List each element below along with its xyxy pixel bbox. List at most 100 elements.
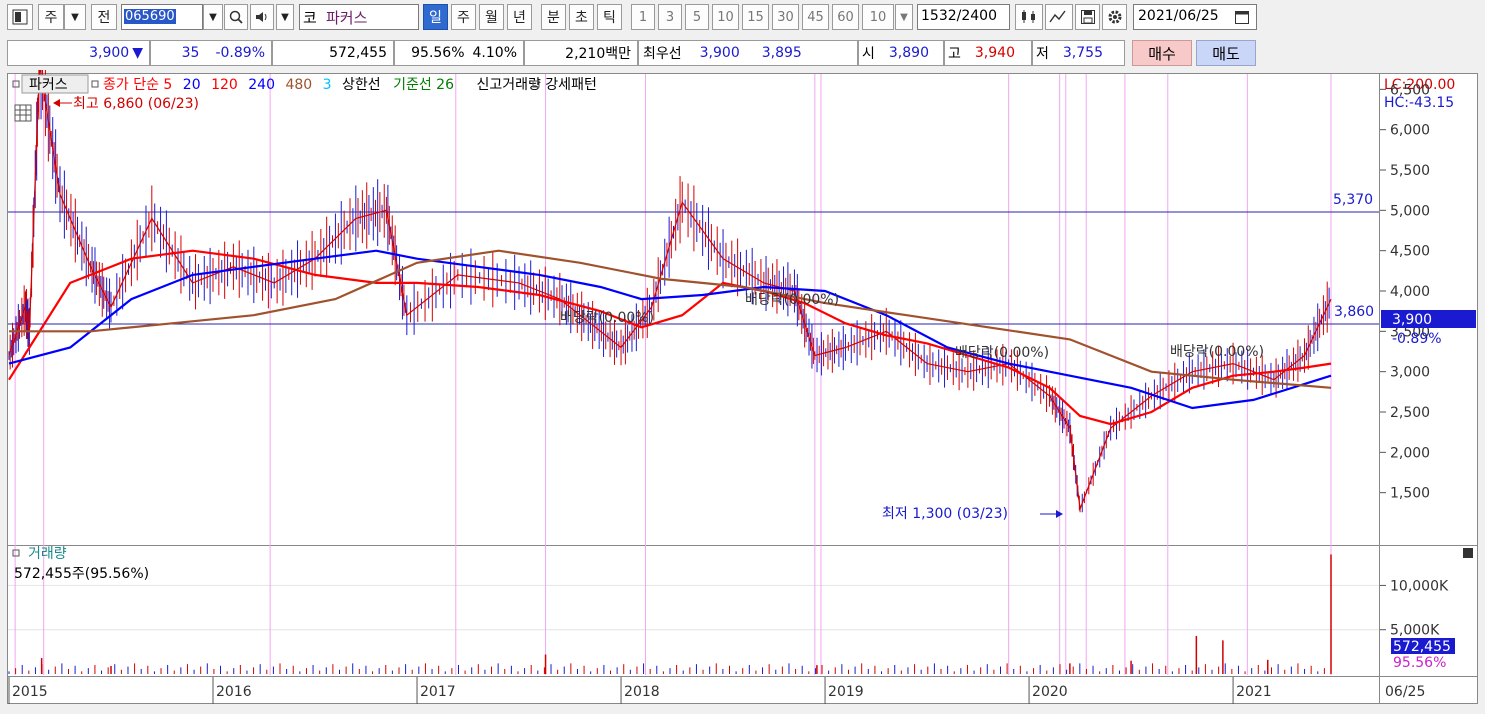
lower-line-label: 3,860: [1334, 304, 1374, 320]
candlestick-glyph-icon: [1022, 10, 1035, 23]
period-week[interactable]: 주: [451, 4, 476, 30]
volume-ratio-tag-text: 95.56%: [1393, 655, 1446, 671]
period-year[interactable]: 년: [507, 4, 532, 30]
legend-item-480: 480: [285, 77, 312, 93]
dividend-annotation-2020: 배당락(0.00%): [1170, 344, 1264, 360]
y-tick-label: 4,000: [1390, 284, 1430, 300]
price-chart[interactable]: 파커스 종가 단순 5 20 120 240 480 3 상한선 기준선 26 …: [0, 29, 1485, 710]
high-label: 고: [948, 46, 961, 62]
count-input[interactable]: 1532/2400: [917, 4, 1010, 30]
volume-ratio: 95.56%: [411, 45, 465, 61]
y-tick-label: 3,000: [1390, 365, 1430, 381]
ratio-box: 95.56% 4.10%: [394, 40, 524, 66]
legend-stock-name: 파커스: [29, 77, 68, 93]
chart-toolbar: 주 ▼ 전 065690 ▼ ▼ 코 파커스 일 주 월 년 분 초 틱 1 3 …: [0, 0, 1485, 38]
interval-5[interactable]: 5: [685, 4, 709, 30]
y-tick-label: 5,000: [1390, 203, 1430, 219]
window-icon: [12, 9, 28, 25]
interval-input[interactable]: 10: [862, 4, 894, 30]
dividend-annotation-2018: 배당락(0.00%): [745, 292, 839, 308]
interval-15[interactable]: 15: [742, 4, 769, 30]
interval-60[interactable]: 60: [832, 4, 859, 30]
volume-panel-bg: [7, 546, 1379, 676]
open-label: 시: [862, 46, 875, 62]
amount-box: 2,210백만: [524, 40, 638, 66]
legend-item-upper-band: 상한선: [342, 77, 381, 93]
x-tick-label: 2021: [1236, 684, 1272, 700]
legend-item-240: 240: [248, 77, 275, 93]
period-day[interactable]: 일: [423, 4, 448, 30]
speaker-dropdown-icon[interactable]: ▼: [276, 4, 294, 30]
speaker-icon[interactable]: [250, 4, 274, 30]
open-box: 시 3,890: [858, 40, 944, 66]
legend-item-120: 120: [211, 77, 238, 93]
volume-current-tag-text: 572,455: [1393, 639, 1451, 655]
stock-code-input[interactable]: 065690: [121, 4, 203, 30]
interval-dropdown-icon[interactable]: ▼: [895, 4, 913, 30]
count-value: 1532: [921, 8, 957, 24]
y-tick-label: 4,500: [1390, 244, 1430, 260]
legend-item-3: 3: [323, 77, 332, 93]
period-second[interactable]: 초: [569, 4, 594, 30]
sell-button[interactable]: 매도: [1196, 40, 1256, 66]
date-text: 2021/06/25: [1138, 8, 1219, 24]
legend-item-baseline: 기준선 26: [393, 77, 454, 93]
interval-1[interactable]: 1: [631, 4, 655, 30]
interval-45[interactable]: 45: [802, 4, 829, 30]
gear-icon[interactable]: [1102, 4, 1127, 30]
buy-button[interactable]: 매수: [1132, 40, 1192, 66]
chart-type-dropdown-icon[interactable]: ▼: [64, 4, 86, 30]
quote-row: 3,900 ▼ 35 -0.89% 572,455 95.56% 4.10% 2,21…: [0, 38, 1485, 68]
prev-button[interactable]: 전: [91, 4, 117, 30]
x-tick-label: 06/25: [1385, 684, 1425, 700]
legend-item-20: 20: [183, 77, 201, 93]
x-tick-label: 2018: [624, 684, 660, 700]
price-change: 35: [181, 45, 200, 61]
y-tick-label: 6,000: [1390, 123, 1430, 139]
layout-icon[interactable]: [7, 4, 33, 30]
floppy-icon: [1080, 10, 1095, 24]
x-tick-label: 2017: [420, 684, 456, 700]
legend-item-close-sma5: 종가 단순 5: [103, 77, 172, 93]
interval-10[interactable]: 10: [712, 4, 739, 30]
high-annotation: 최고 6,860 (06/23): [73, 96, 199, 112]
volume-panel-value: 572,455주(95.56%): [14, 566, 149, 582]
search-icon[interactable]: [224, 4, 248, 30]
x-tick-label: 2020: [1032, 684, 1068, 700]
period-month[interactable]: 월: [479, 4, 504, 30]
interval-30[interactable]: 30: [772, 4, 799, 30]
stock-name-text: 파커스: [326, 9, 368, 27]
down-arrow-icon: ▼: [132, 45, 143, 61]
candle-icon[interactable]: [1015, 4, 1043, 30]
volume-panel-close-icon[interactable]: [1463, 548, 1473, 558]
save-icon[interactable]: [1075, 4, 1100, 30]
trend-line-icon[interactable]: [1045, 4, 1073, 30]
stock-name-field[interactable]: 코 파커스: [299, 4, 419, 30]
calendar-icon[interactable]: [1232, 7, 1252, 27]
current-price: 3,900: [89, 45, 130, 61]
best-quote-box: 최우선 3,900 3,895: [638, 40, 858, 66]
change-box: 35 -0.89%: [150, 40, 272, 66]
chart-area[interactable]: 파커스 종가 단순 5 20 120 240 480 3 상한선 기준선 26 …: [0, 29, 1485, 710]
market-label: 코: [303, 9, 317, 27]
volume-tick-label: 5,000K: [1390, 623, 1440, 639]
high-box: 고 3,940: [944, 40, 1032, 66]
price-change-pct: -0.89%: [215, 45, 265, 61]
calendar-glyph-icon: [1235, 11, 1249, 24]
stock-code-text: 065690: [124, 9, 176, 24]
best-bid: 3,895: [761, 45, 802, 61]
code-dropdown-icon[interactable]: ▼: [203, 4, 223, 30]
period-minute[interactable]: 분: [541, 4, 566, 30]
high-marker: 최고 6,860 (06/23): [53, 96, 199, 112]
current-price-tag-text: 3,900: [1392, 312, 1432, 328]
x-tick-label: 2019: [828, 684, 864, 700]
grid-table-icon[interactable]: [14, 104, 32, 122]
period-tick[interactable]: 틱: [597, 4, 622, 30]
y-tick-label: 6,500: [1390, 82, 1430, 98]
turnover-rate: 4.10%: [472, 45, 517, 61]
count-total: /2400: [956, 8, 997, 24]
settings-gear-icon: [1108, 10, 1121, 24]
chart-type-button[interactable]: 주: [38, 4, 64, 30]
upper-line-label: 5,370: [1333, 192, 1373, 208]
interval-3[interactable]: 3: [658, 4, 682, 30]
